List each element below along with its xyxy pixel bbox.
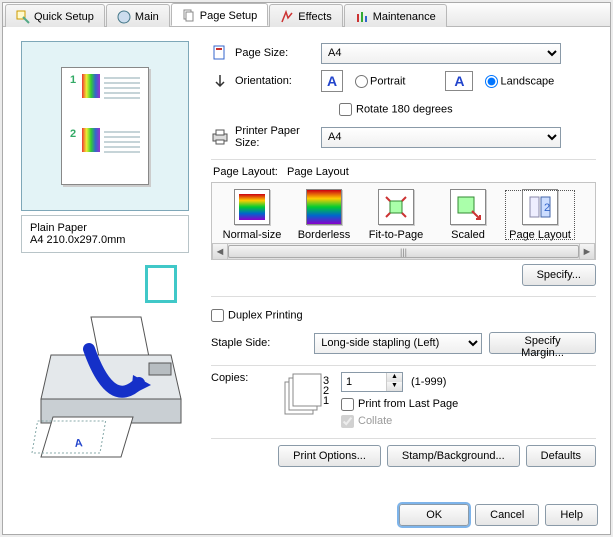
main-icon [117, 10, 131, 24]
tab-label: Quick Setup [34, 11, 94, 23]
tab-page-setup[interactable]: Page Setup [171, 3, 269, 26]
defaults-button[interactable]: Defaults [526, 445, 596, 467]
staple-side-select[interactable]: Long-side stapling (Left) [314, 333, 481, 354]
orientation-label: Orientation: [235, 75, 292, 87]
svg-text:1: 1 [323, 395, 329, 407]
svg-text:2: 2 [544, 202, 550, 214]
copies-range-text: (1-999) [411, 376, 446, 388]
layout-fit-to-page[interactable]: Fit-to-Page [360, 189, 432, 241]
tab-maintenance[interactable]: Maintenance [344, 4, 447, 27]
portrait-radio-label[interactable]: Portrait [351, 75, 405, 88]
page-layout-list: Normal-size Borderless Fit-to-Page Scale… [211, 182, 596, 244]
page-size-label: Page Size: [235, 47, 288, 59]
maintenance-icon [355, 10, 369, 24]
layout-normal-size[interactable]: Normal-size [216, 189, 288, 241]
print-options-button[interactable]: Print Options... [278, 445, 381, 467]
page-size-select[interactable]: A4 [321, 43, 561, 64]
layout-scaled[interactable]: Scaled [432, 189, 504, 241]
copies-spinner[interactable]: ▲▼ [341, 372, 403, 392]
tab-quick-setup[interactable]: Quick Setup [5, 4, 105, 27]
quick-setup-icon [16, 10, 30, 24]
specify-margin-button[interactable]: Specify Margin... [489, 332, 596, 354]
effects-icon [280, 10, 294, 24]
scroll-thumb[interactable]: ||| [228, 245, 579, 258]
landscape-icon: A [445, 71, 473, 91]
landscape-radio[interactable] [485, 75, 498, 88]
content-area: 1 2 Plain Paper A4 210.0x297.0mm A [3, 27, 610, 487]
portrait-radio[interactable] [355, 75, 368, 88]
scroll-left-icon[interactable]: ◄ [212, 244, 228, 259]
specify-button[interactable]: Specify... [522, 264, 596, 286]
collate-checkbox-label: Collate [341, 415, 392, 427]
printer-paper-size-label: Printer Paper Size: [235, 125, 321, 149]
portrait-icon: A [321, 70, 343, 92]
layout-item-label: Scaled [432, 229, 504, 241]
print-last-checkbox-label[interactable]: Print from Last Page [341, 398, 458, 410]
copies-icon: 321 [279, 372, 331, 420]
svg-text:A: A [74, 437, 83, 450]
tab-label: Main [135, 11, 159, 23]
staple-side-label: Staple Side: [211, 337, 270, 349]
tab-effects[interactable]: Effects [269, 4, 342, 27]
collate-checkbox [341, 415, 354, 428]
normal-size-icon [234, 189, 270, 225]
fit-to-page-icon [378, 189, 414, 225]
media-type-text: Plain Paper [30, 222, 180, 234]
copies-input[interactable] [342, 373, 386, 391]
cancel-button[interactable]: Cancel [475, 504, 539, 526]
page-preview: 1 2 [21, 41, 189, 211]
borderless-icon [306, 189, 342, 225]
tab-main[interactable]: Main [106, 4, 170, 27]
layout-item-label: Borderless [288, 229, 360, 241]
spinner-up-icon[interactable]: ▲ [387, 373, 402, 382]
stamp-background-button[interactable]: Stamp/Background... [387, 445, 520, 467]
layout-indicator-icon [145, 265, 177, 303]
tab-label: Maintenance [373, 11, 436, 23]
media-info-box: Plain Paper A4 210.0x297.0mm [21, 215, 189, 253]
layout-borderless[interactable]: Borderless [288, 189, 360, 241]
media-dimensions-text: A4 210.0x297.0mm [30, 234, 180, 246]
print-last-checkbox[interactable] [341, 398, 354, 411]
page-layout-current: Page Layout [287, 166, 349, 178]
left-panel: 1 2 Plain Paper A4 210.0x297.0mm A [11, 33, 201, 483]
tab-bar: Quick Setup Main Page Setup Effects Main… [3, 3, 610, 27]
layout-item-label: Page Layout [504, 229, 576, 241]
layout-scrollbar[interactable]: ◄ ||| ► [211, 244, 596, 260]
scaled-icon [450, 189, 486, 225]
page-size-icon [211, 44, 229, 62]
rotate-checkbox-label[interactable]: Rotate 180 degrees [339, 103, 453, 116]
layout-item-label: Normal-size [216, 229, 288, 241]
printer-icon [211, 128, 229, 146]
printer-paper-size-select[interactable]: A4 [321, 127, 561, 148]
scroll-right-icon[interactable]: ► [579, 244, 595, 259]
dialog-buttons: OK Cancel Help [399, 504, 598, 526]
page-layout-icon: 2 [522, 189, 558, 225]
tab-label: Page Setup [200, 10, 258, 22]
right-panel: Page Size: A4 Orientation: A Portrait A … [201, 33, 602, 483]
copies-label: Copies: [211, 372, 248, 384]
tab-label: Effects [298, 11, 331, 23]
duplex-checkbox-label[interactable]: Duplex Printing [211, 309, 303, 322]
ok-button[interactable]: OK [399, 504, 469, 526]
duplex-checkbox[interactable] [211, 309, 224, 322]
paper-preview-icon: 1 2 [61, 67, 149, 185]
rotate-checkbox[interactable] [339, 103, 352, 116]
layout-item-label: Fit-to-Page [360, 229, 432, 241]
page-setup-icon [182, 9, 196, 23]
spinner-down-icon[interactable]: ▼ [387, 382, 402, 391]
print-dialog: Quick Setup Main Page Setup Effects Main… [2, 2, 611, 535]
layout-page-layout[interactable]: 2 Page Layout [504, 189, 576, 241]
page-layout-label: Page Layout: [213, 166, 278, 178]
landscape-radio-label[interactable]: Landscape [481, 75, 554, 88]
orientation-arrow-icon [211, 72, 229, 90]
help-button[interactable]: Help [545, 504, 598, 526]
printer-illustration: A [21, 311, 189, 461]
